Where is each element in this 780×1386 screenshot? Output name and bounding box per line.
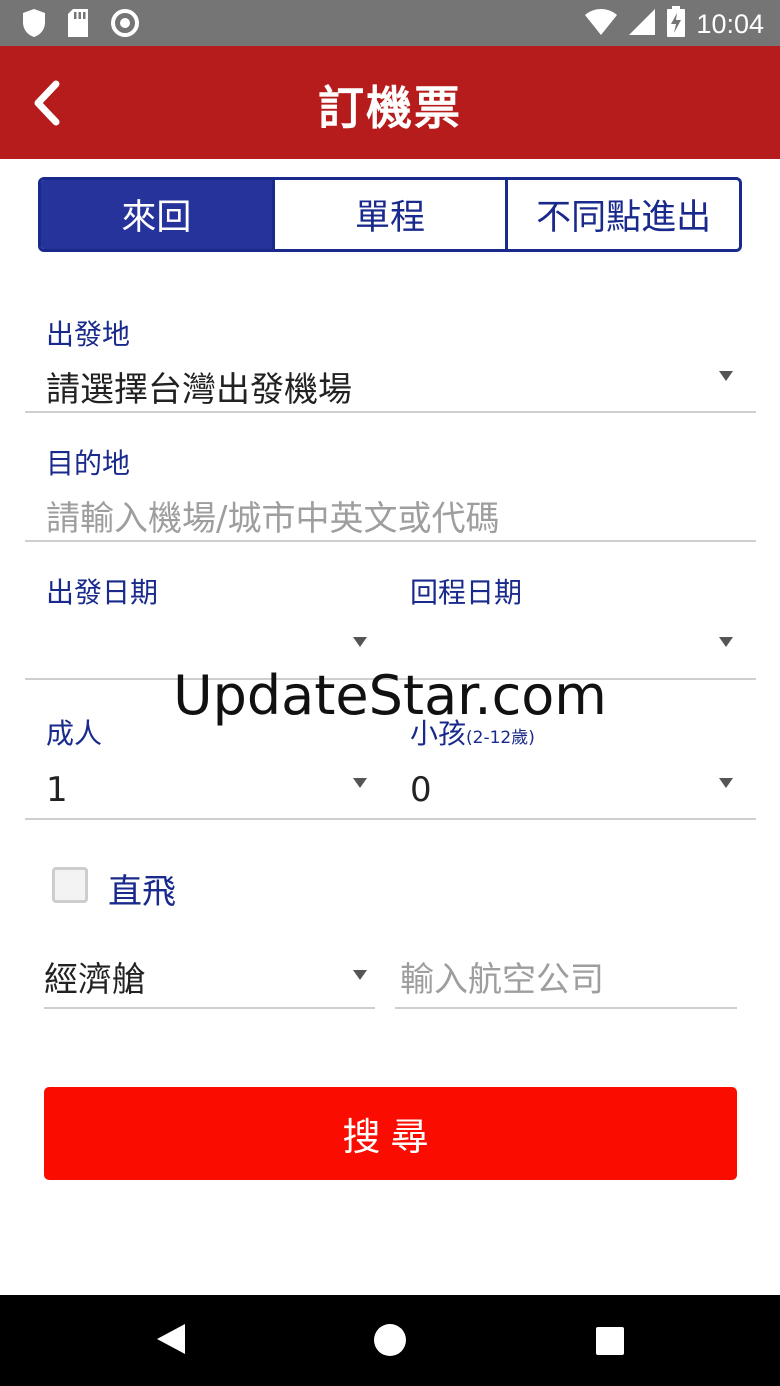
status-time: 10:04 <box>696 8 764 39</box>
wifi-icon <box>584 7 618 41</box>
airline-input[interactable]: 輸入航空公司 <box>400 952 604 1001</box>
return-date-dropdown-arrow-icon[interactable] <box>719 637 733 647</box>
nav-recents-icon <box>595 1327 625 1360</box>
destination-label: 目的地 <box>46 447 131 480</box>
adult-label: 成人 <box>46 717 103 750</box>
page-title: 訂機票 <box>318 81 462 135</box>
nav-recents-button[interactable] <box>595 1326 625 1360</box>
navigation-bar <box>0 1295 780 1386</box>
child-label: 小孩(2-12歲) <box>410 712 535 752</box>
signal-icon <box>628 7 656 41</box>
status-bar: 10:04 <box>0 0 780 46</box>
divider <box>395 1007 737 1009</box>
child-label-text: 小孩 <box>410 717 467 750</box>
tab-open-jaw[interactable]: 不同點進出 <box>505 180 739 249</box>
departure-select[interactable]: 請選擇台灣出發機場 <box>46 362 352 411</box>
circle-icon <box>110 8 140 42</box>
shield-icon <box>22 8 46 42</box>
status-left-icons <box>22 8 140 42</box>
adult-count-select[interactable]: 1 <box>46 770 68 810</box>
departure-dropdown-arrow-icon[interactable] <box>719 371 733 381</box>
app-bar: 訂機票 <box>0 46 780 159</box>
depart-date-label: 出發日期 <box>46 576 159 609</box>
cabin-dropdown-arrow-icon[interactable] <box>353 970 367 980</box>
tab-round-trip[interactable]: 來回 <box>41 180 272 249</box>
nav-back-button[interactable] <box>155 1322 187 1360</box>
cabin-class-select[interactable]: 經濟艙 <box>44 952 146 1001</box>
divider <box>25 678 756 680</box>
child-age-hint: (2-12歲) <box>466 728 535 748</box>
divider <box>25 411 756 413</box>
watermark: UpdateStar.com <box>173 664 607 727</box>
direct-flight-checkbox[interactable] <box>52 867 88 903</box>
return-date-label: 回程日期 <box>410 576 523 609</box>
divider <box>44 1007 375 1009</box>
nav-back-icon <box>155 1324 187 1360</box>
child-count-select[interactable]: 0 <box>410 770 432 810</box>
nav-home-icon <box>373 1324 407 1361</box>
destination-input[interactable]: 請輸入機場/城市中英文或代碼 <box>46 491 499 540</box>
sd-card-icon <box>66 8 90 42</box>
search-button[interactable]: 搜尋 <box>44 1087 737 1180</box>
divider <box>25 818 756 820</box>
status-right-icons: 10:04 <box>584 6 764 42</box>
depart-date-dropdown-arrow-icon[interactable] <box>353 637 367 647</box>
tab-one-way[interactable]: 單程 <box>271 180 506 249</box>
departure-label: 出發地 <box>46 318 131 351</box>
nav-home-button[interactable] <box>373 1323 407 1361</box>
battery-charging-icon <box>666 6 686 42</box>
adult-dropdown-arrow-icon[interactable] <box>353 778 367 788</box>
trip-type-tabs: 來回 單程 不同點進出 <box>38 177 742 252</box>
direct-flight-label[interactable]: 直飛 <box>108 864 176 913</box>
child-dropdown-arrow-icon[interactable] <box>719 778 733 788</box>
divider <box>25 540 756 542</box>
